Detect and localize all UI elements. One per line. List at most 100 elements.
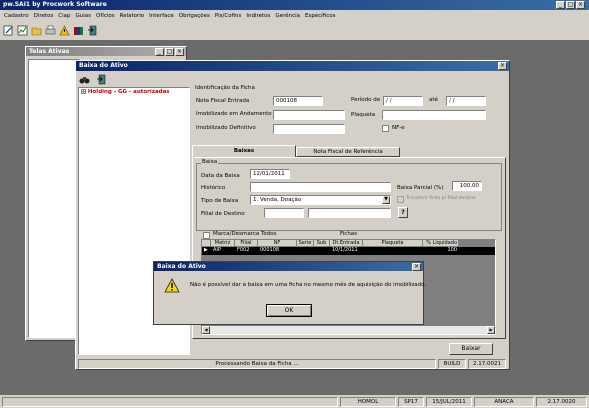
cell-sub (314, 247, 330, 255)
filial-destino-input[interactable] (308, 208, 391, 218)
tipo-baixa-select[interactable]: 1. Venda, Doação ▼ (250, 195, 391, 205)
scroll-right-button[interactable]: ▶ (487, 326, 495, 334)
col-plaqueta[interactable]: Plaqueta (363, 240, 423, 247)
col-liquidado[interactable]: % Liquidado (423, 240, 459, 247)
grid-header: Matriz Filial NF Serie Sub Dt.Entrada Pl… (202, 240, 495, 247)
table-row[interactable]: ▶ AIP F002 000108 10/1/2011 100 (202, 247, 495, 255)
print-icon[interactable] (45, 25, 56, 36)
telas-ativas-controls: _ □ × (155, 48, 184, 56)
scroll-left-button[interactable]: ◀ (202, 326, 210, 334)
menu-especificos[interactable]: Específicos (305, 12, 336, 20)
folder-icon[interactable] (31, 25, 42, 36)
books-icon[interactable] (73, 25, 84, 36)
cell-dt-entrada: 10/1/2011 (332, 247, 358, 253)
app-title: pw.SAI1 by Procwork Software (3, 1, 107, 8)
tab-nf-referencia[interactable]: Nota Fiscal de Referência (296, 147, 400, 157)
baixa-group-label: Baixa (201, 159, 219, 165)
filial-destino-label: Filial de Destino (201, 211, 245, 217)
app-window-controls: _ □ × (556, 1, 585, 9)
col-matriz[interactable]: Matriz (211, 240, 235, 247)
warning-icon[interactable] (59, 25, 70, 36)
baixa-title-bar: Baixa do Ativo (76, 61, 509, 71)
chart-icon[interactable] (17, 25, 28, 36)
imob-andamento-input[interactable] (273, 110, 345, 120)
menu-diretos[interactable]: Diretos (34, 12, 54, 20)
imob-andamento-label: Imobilizado em Andamento (196, 111, 272, 117)
transferir-checkbox[interactable] (397, 196, 404, 203)
exit-icon[interactable] (87, 25, 98, 36)
cell-serie (297, 247, 314, 255)
dialog-title-bar: Baixa do Ativo (154, 262, 423, 271)
menu-interface[interactable]: Interface (149, 12, 174, 20)
status-blank (2, 397, 338, 407)
historico-input[interactable] (250, 182, 391, 192)
edit-icon[interactable] (3, 25, 14, 36)
nfe-checkbox[interactable] (382, 125, 389, 132)
menu-pis-cofins[interactable]: Pis/Cofins (215, 12, 241, 20)
marca-checkbox[interactable] (203, 232, 210, 239)
app-title-bar: pw.SAI1 by Procwork Software (0, 0, 589, 10)
status-env: HOMOL (340, 397, 396, 407)
col-indicator (202, 240, 211, 247)
status-version: 2.17.0020 (536, 397, 587, 407)
cell-matriz: AIP (213, 247, 221, 253)
menu-indiretos[interactable]: Indiretos (246, 12, 270, 20)
col-sub[interactable]: Sub (314, 240, 330, 247)
baixar-button[interactable]: Baixar (449, 343, 493, 355)
telas-minimize-button[interactable]: _ (155, 48, 164, 56)
telas-maximize-button[interactable]: □ (165, 48, 174, 56)
plaqueta-input[interactable] (382, 110, 486, 120)
menu-guias[interactable]: Guias (76, 12, 92, 20)
col-serie[interactable]: Serie (297, 240, 314, 247)
telas-ativas-list[interactable] (28, 59, 80, 338)
chevron-down-icon[interactable]: ▼ (382, 196, 390, 204)
telas-close-button[interactable]: × (175, 48, 184, 56)
menu-ciap[interactable]: Ciap (58, 12, 70, 20)
col-nf[interactable]: NF (258, 240, 297, 247)
col-dt-entrada[interactable]: Dt.Entrada (330, 240, 363, 247)
tab-baixas[interactable]: Baixas (192, 145, 296, 157)
tree-item-label: Holding - GG - autorizadas (87, 89, 170, 95)
tab-baixas-label: Baixas (233, 148, 255, 154)
baixa-parcial-input[interactable]: 100,00 (452, 181, 482, 191)
filial-destino-code[interactable] (264, 208, 304, 218)
exit-icon[interactable] (96, 74, 107, 85)
binoculars-icon[interactable] (79, 74, 90, 85)
menu-oficios[interactable]: Ofícios (96, 12, 115, 20)
minimize-button[interactable]: _ (556, 1, 565, 9)
periodo-ate-input[interactable]: / / (446, 96, 486, 106)
col-filial[interactable]: Filial (235, 240, 258, 247)
status-user: ANACA (474, 397, 534, 407)
periodo-label: Período de (351, 97, 381, 103)
status-date: 15/JUL/2011 (426, 397, 472, 407)
build-label: BUILD (438, 359, 466, 369)
alert-dialog: Baixa do Ativo × Não é possível dar a ba… (153, 261, 426, 325)
data-baixa-input[interactable]: 12/01/2011 (250, 169, 290, 179)
menu-relatorio[interactable]: Relatorio (120, 12, 145, 20)
close-button[interactable]: × (576, 1, 585, 9)
imob-definitivo-input[interactable] (273, 124, 345, 134)
dialog-close-button[interactable]: × (412, 263, 421, 271)
nf-entrada-label: Nota Fiscal Entrada (196, 98, 250, 104)
periodo-de-input[interactable]: / / (383, 96, 423, 106)
menu-bar: Cadastro Diretos Ciap Guias Ofícios Rela… (4, 12, 341, 20)
help-button[interactable]: ? (398, 207, 408, 218)
maximize-button[interactable]: □ (566, 1, 575, 9)
identificacao-label: Identificação da Ficha (195, 85, 255, 91)
ok-button[interactable]: OK (266, 304, 312, 317)
baixa-title: Baixa do Ativo (79, 62, 128, 69)
nf-entrada-input[interactable]: 000108 (273, 96, 323, 106)
tree-expand-icon[interactable]: + (81, 89, 86, 94)
baixa-toolbar (79, 74, 107, 85)
cell-nf: 000108 (260, 247, 280, 253)
tree-item-holding[interactable]: + Holding - GG - autorizadas (79, 88, 189, 96)
nfe-label: NF-e (392, 125, 405, 131)
menu-obrigacoes[interactable]: Obrigações (179, 12, 210, 20)
tipo-baixa-label: Tipo de Baixa (201, 198, 239, 204)
data-baixa-label: Data da Baixa (201, 173, 240, 179)
grid-scrollbar[interactable]: ◀ ▶ (202, 326, 495, 334)
baixa-close-button[interactable]: × (498, 62, 507, 70)
menu-cadastro[interactable]: Cadastro (4, 12, 29, 20)
menu-gerencia[interactable]: Gerência (275, 12, 300, 20)
process-status: Processando Baixa da Ficha ... (78, 359, 436, 369)
